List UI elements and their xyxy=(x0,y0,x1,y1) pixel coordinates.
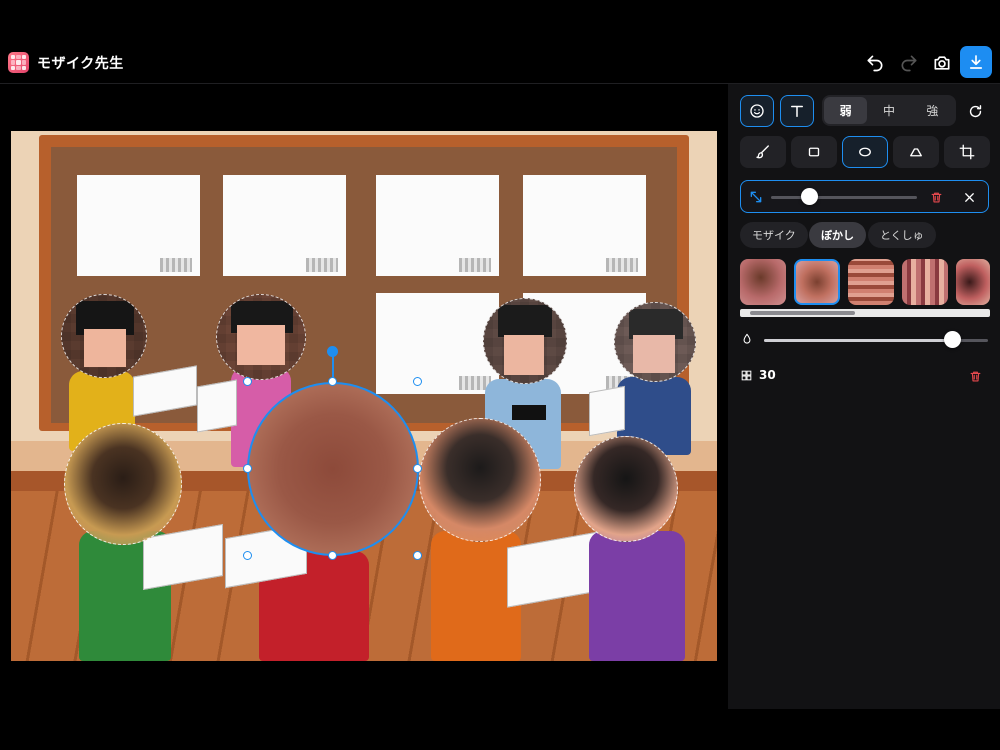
blur-region[interactable] xyxy=(574,436,678,542)
resize-handle-top[interactable] xyxy=(328,377,337,386)
smiley-icon xyxy=(750,104,764,118)
brush-icon xyxy=(756,145,769,159)
text-icon xyxy=(791,105,803,117)
text-detect-button[interactable] xyxy=(780,95,814,127)
tool-panel: 弱 中 強 モザイク ぼかし とくしゅ 30 xyxy=(728,84,1000,709)
book xyxy=(197,379,237,433)
size-control xyxy=(740,180,989,213)
undo-button[interactable] xyxy=(860,48,890,78)
app-logo-icon xyxy=(8,52,29,73)
delete-shape-button[interactable] xyxy=(927,188,945,206)
effect-thumbnail[interactable] xyxy=(956,259,990,305)
redacted-nametag xyxy=(512,405,546,420)
reset-button[interactable] xyxy=(964,100,986,122)
mode-chip-blur[interactable]: ぼかし xyxy=(809,222,866,248)
size-slider-knob[interactable] xyxy=(800,188,818,205)
book xyxy=(589,385,625,437)
rotate-handle[interactable] xyxy=(327,346,338,357)
opacity-slider-knob[interactable] xyxy=(944,331,962,348)
crop-icon xyxy=(959,144,975,160)
region-count-value: 30 xyxy=(759,368,776,382)
close-icon xyxy=(964,192,974,202)
poster xyxy=(77,175,200,276)
rectangle-icon xyxy=(808,147,820,157)
top-bar: モザイク先生 xyxy=(0,38,1000,84)
resize-handle-top-right[interactable] xyxy=(413,377,422,386)
thumbnail-scrollbar[interactable] xyxy=(740,309,990,317)
redo-button[interactable] xyxy=(894,48,924,78)
mosaic-region[interactable] xyxy=(614,302,696,382)
ellipse-icon xyxy=(859,147,871,157)
close-button[interactable] xyxy=(960,188,978,206)
resize-icon xyxy=(747,188,765,206)
strength-weak[interactable]: 弱 xyxy=(824,97,868,124)
mode-chip-special[interactable]: とくしゅ xyxy=(868,222,936,248)
delete-all-button[interactable] xyxy=(966,367,984,385)
crop-tool-button[interactable] xyxy=(944,136,990,168)
poster xyxy=(376,175,499,276)
child-body xyxy=(589,531,685,661)
refresh-icon xyxy=(969,104,981,117)
brush-tool-button[interactable] xyxy=(740,136,786,168)
poster xyxy=(376,293,499,394)
camera-button[interactable] xyxy=(927,48,957,78)
mode-chip-mosaic[interactable]: モザイク xyxy=(740,222,808,248)
strength-medium[interactable]: 中 xyxy=(867,97,910,124)
ellipse-tool-button[interactable] xyxy=(842,136,888,168)
eraser-tool-button[interactable] xyxy=(893,136,939,168)
resize-handle-left[interactable] xyxy=(243,464,252,473)
resize-handle-bottom-left[interactable] xyxy=(243,551,252,560)
selection-outline[interactable] xyxy=(247,382,419,556)
strength-strong[interactable]: 強 xyxy=(911,97,954,124)
region-count: 30 xyxy=(740,368,776,382)
mosaic-region[interactable] xyxy=(61,294,147,378)
effect-thumbnail[interactable] xyxy=(902,259,948,305)
resize-handle-top-left[interactable] xyxy=(243,377,252,386)
blur-region[interactable] xyxy=(64,423,182,545)
poster xyxy=(523,175,646,276)
trash-icon xyxy=(931,192,941,202)
trash-icon xyxy=(970,371,980,381)
blur-region[interactable] xyxy=(419,418,541,542)
mosaic-region[interactable] xyxy=(216,294,306,380)
undo-icon xyxy=(867,55,883,72)
rectangle-tool-button[interactable] xyxy=(791,136,837,168)
poster xyxy=(223,175,346,276)
image-canvas[interactable] xyxy=(11,131,717,661)
opacity-icon xyxy=(738,330,756,348)
grid-icon xyxy=(741,370,752,380)
resize-handle-bottom-right[interactable] xyxy=(413,551,422,560)
resize-handle-right[interactable] xyxy=(413,464,422,473)
camera-icon xyxy=(934,56,950,70)
mosaic-region[interactable] xyxy=(483,298,567,384)
download-button[interactable] xyxy=(960,46,992,78)
eraser-icon xyxy=(910,148,922,157)
resize-handle-bottom[interactable] xyxy=(328,551,337,560)
download-icon xyxy=(969,55,983,69)
effect-thumbnail[interactable] xyxy=(740,259,786,305)
face-detect-button[interactable] xyxy=(740,95,774,127)
redo-icon xyxy=(901,55,917,72)
effect-thumbnail[interactable] xyxy=(848,259,894,305)
size-slider[interactable] xyxy=(771,196,917,199)
effect-thumbnail-selected[interactable] xyxy=(794,259,840,305)
app-title: モザイク先生 xyxy=(37,56,124,72)
strength-segmented-control[interactable]: 弱 中 強 xyxy=(822,95,956,126)
